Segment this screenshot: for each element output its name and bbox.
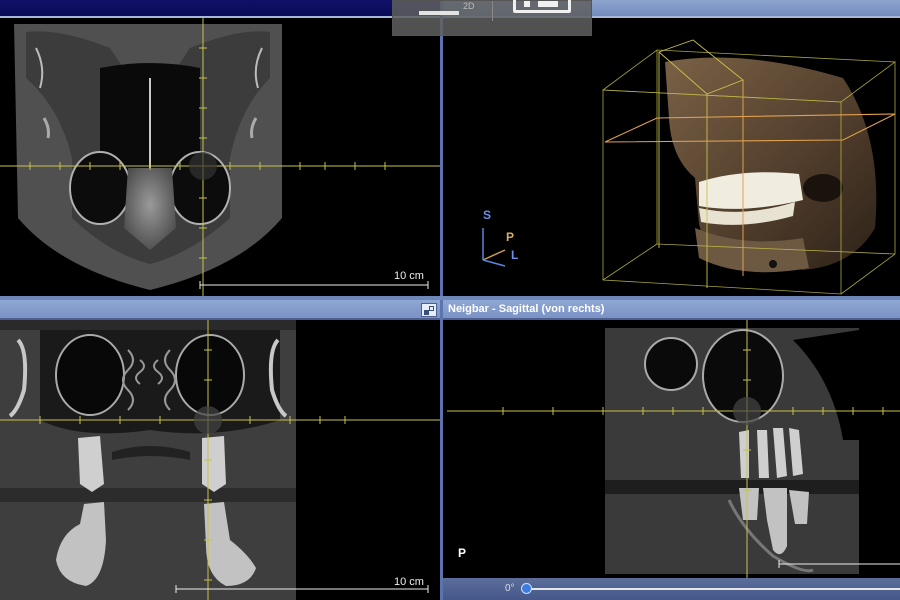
layout-toggle-button[interactable]: [513, 0, 571, 13]
sagittal-orientation-label: P: [458, 546, 467, 560]
axial-view[interactable]: 10 cm: [0, 320, 440, 600]
axial-slice-image: [0, 320, 440, 600]
coronal-view[interactable]: 10 cm: [0, 18, 440, 296]
sagittal-view[interactable]: P: [443, 320, 900, 578]
axial-view-header: [0, 300, 440, 320]
rotation-slider-handle[interactable]: [521, 583, 532, 594]
overlay-toolbar: 2D: [392, 0, 592, 36]
sagittal-view-title: Neigbar - Sagittal (von rechts): [448, 303, 605, 315]
toolbar-divider: [492, 1, 493, 21]
axial-scale-label: 10 cm: [394, 576, 424, 588]
axis-p-label: P: [506, 230, 515, 244]
minimize-icon: [419, 11, 459, 15]
rotation-angle-label: 0°: [505, 583, 515, 594]
sagittal-view-header: Neigbar - Sagittal (von rechts): [443, 300, 900, 320]
view-2d-button[interactable]: 2D: [413, 1, 475, 23]
maximize-view-button[interactable]: [421, 303, 437, 317]
axis-l-label: L: [511, 248, 519, 262]
rotation-slider-track[interactable]: [523, 588, 900, 590]
rotation-slider-bar: 0°: [443, 578, 900, 600]
volume-3d-view[interactable]: S P L: [443, 18, 900, 296]
coronal-view-header: [0, 0, 440, 18]
coronal-scale-label: 10 cm: [394, 270, 424, 282]
axis-s-label: S: [483, 208, 492, 222]
view-2d-label: 2D: [463, 1, 475, 11]
coronal-slice-image: [0, 18, 440, 296]
sagittal-slice-image: [447, 320, 900, 578]
